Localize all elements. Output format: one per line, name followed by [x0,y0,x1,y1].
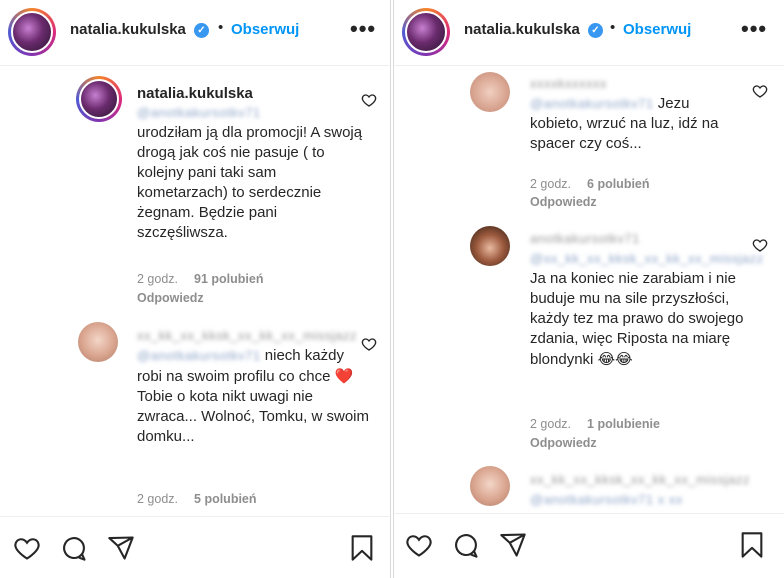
separator-dot: • [610,19,616,36]
comment-time: 2 godz. [530,417,572,431]
comment-meta: 2 godz. 91 polubień [137,272,263,286]
comment-avatar[interactable] [76,76,122,122]
comment-body: xxxxkxxxxxx @anotkakursotkv71 Jezu kobie… [530,74,740,154]
action-bar [0,516,390,578]
comment-mention[interactable]: @anotkakursotkv71 [530,94,654,114]
comment-text-continued: Tobie o kota nikt uwagi nie zwraca... Wo… [137,388,370,445]
post-header: natalia.kukulska ✓ • Obserwuj ••• [0,0,390,66]
comment-meta: 2 godz. 6 polubień [530,177,650,191]
follow-button[interactable]: Obserwuj [623,21,691,38]
comment-likes[interactable]: 6 polubień [587,177,650,191]
comment-meta: 2 godz. 1 polubienie [530,417,660,431]
comment-avatar[interactable] [470,72,510,112]
header-username[interactable]: natalia.kukulska [70,21,186,38]
bookmark-icon[interactable] [738,531,766,559]
comment-avatar[interactable] [470,226,510,266]
share-icon[interactable] [107,534,135,562]
more-options-icon[interactable]: ••• [350,16,376,42]
header-username[interactable]: natalia.kukulska [464,21,580,38]
comment-username-blurred[interactable]: xx_kk_xx_kksk_xx_kk_xx_missjazz [530,470,750,490]
comment-time: 2 godz. [137,492,179,506]
more-options-icon[interactable]: ••• [741,16,767,42]
comment-mention[interactable]: @anotkakursotkv71 x xx [530,490,683,510]
comment-body: anotkakursotkv71 @xx_kk_xx_kksk_xx_kk_xx… [530,229,763,370]
action-bar [394,513,784,578]
bookmark-icon[interactable] [348,534,376,562]
comment-time: 2 godz. [137,272,179,286]
comment-time: 2 godz. [530,177,572,191]
comment-mention[interactable]: @xx_kk_xx_kksk_xx_kk_xx_missjazz [530,249,764,269]
share-icon[interactable] [499,531,527,559]
verified-badge-icon: ✓ [588,23,603,38]
reply-button[interactable]: Odpowiedz [530,195,597,209]
profile-avatar[interactable] [8,8,56,56]
separator-dot: • [218,19,224,36]
comment-likes[interactable]: 5 polubień [194,492,257,506]
laughing-emoji: 😂😂 [597,350,633,368]
like-icon[interactable] [13,534,41,562]
comment-mention[interactable]: @anotkakursotkv71 [137,103,261,123]
comment-username-blurred[interactable]: xx_kk_xx_kksk_xx_kk_xx_missjazz [137,326,357,346]
comment-mention[interactable]: @anotkakursotkv71 [137,346,261,366]
comment-text: Ja na koniec nie zarabiam i nie buduje m… [530,270,744,368]
like-icon[interactable] [405,531,433,559]
comment-body: xx_kk_xx_kksk_xx_kk_xx_missjazz @anotkak… [530,470,760,510]
comment-meta: 2 godz. 5 polubień [137,492,257,506]
comment-text: urodziłam ją dla promocji! A swoją drogą… [137,124,363,241]
comment-icon[interactable] [452,531,480,559]
comment-avatar[interactable] [470,466,510,506]
post-header: natalia.kukulska ✓ • Obserwuj ••• [394,0,784,66]
reply-button[interactable]: Odpowiedz [137,291,204,305]
profile-avatar[interactable] [402,8,450,56]
verified-badge-icon: ✓ [194,23,209,38]
follow-button[interactable]: Obserwuj [231,21,299,38]
comment-icon[interactable] [60,534,88,562]
comment-body: xx_kk_xx_kksk_xx_kk_xx_missjazz @anotkak… [137,326,369,447]
like-comment-icon[interactable] [752,83,768,99]
comment-avatar[interactable] [78,322,118,362]
reply-button[interactable]: Odpowiedz [530,436,597,450]
comment-username-blurred[interactable]: anotkakursotkv71 [530,229,640,249]
comment-likes[interactable]: 1 polubienie [587,417,660,431]
comment-username-blurred[interactable]: xxxxkxxxxxx [530,74,607,94]
post-panel-right: natalia.kukulska ✓ • Obserwuj ••• xxxxkx… [393,0,784,578]
comment-body: @anotkakursotkv71 urodziłam ją dla promo… [137,103,367,243]
heart-emoji: ❤️ [334,367,354,385]
comment-username[interactable]: natalia.kukulska [137,85,253,102]
comment-likes[interactable]: 91 polubień [194,272,263,286]
post-panel-left: natalia.kukulska ✓ • Obserwuj ••• natali… [0,0,391,578]
